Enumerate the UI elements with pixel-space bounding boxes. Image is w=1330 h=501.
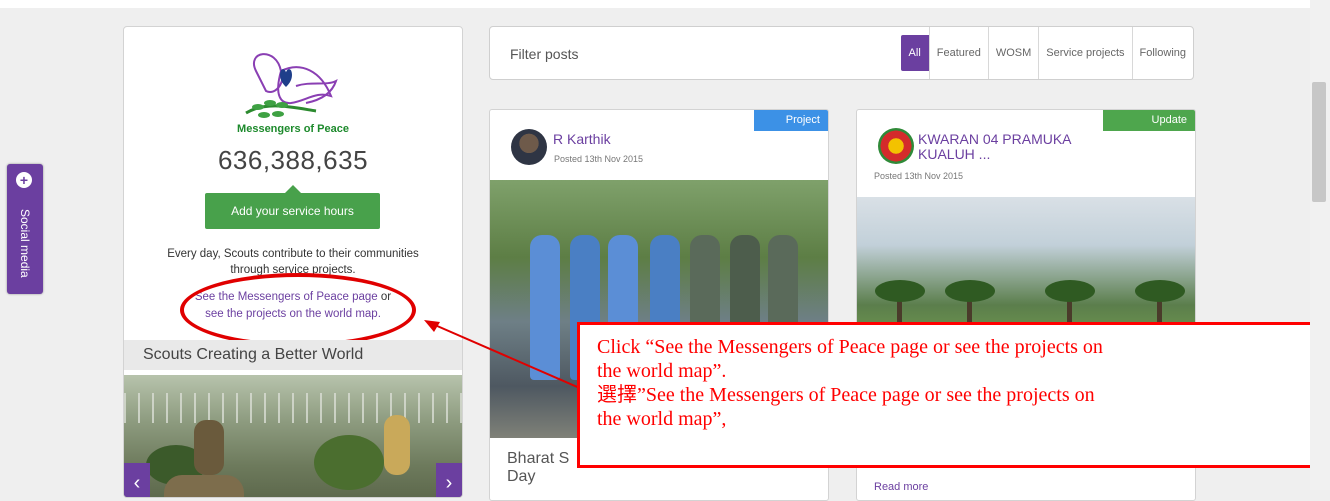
post-title-line2: Day — [507, 468, 536, 485]
post-title[interactable]: Bharat S Day — [507, 450, 569, 486]
top-strip — [0, 0, 1330, 8]
carousel-image — [124, 375, 462, 497]
social-media-tab[interactable]: + Social media — [7, 164, 43, 294]
social-media-label: Social media — [18, 209, 32, 278]
person-shape — [530, 235, 560, 380]
service-hours-counter: 636,388,635 — [217, 145, 369, 175]
person-shape — [164, 475, 244, 497]
filter-tab-featured[interactable]: Featured — [928, 27, 988, 79]
post-date: Posted 13th Nov 2015 — [874, 171, 964, 181]
post-title-line1: Bharat S — [507, 450, 570, 467]
post-author[interactable]: R Karthik — [553, 132, 611, 147]
avatar[interactable] — [511, 129, 547, 165]
filter-tab-wosm[interactable]: WOSM — [987, 27, 1038, 79]
logo-caption: Messengers of Peace — [237, 123, 349, 135]
filter-tab-following[interactable]: Following — [1131, 27, 1193, 79]
callout-line4: the world map”, — [597, 408, 727, 430]
person-shape — [194, 420, 224, 475]
person-shape — [384, 415, 410, 475]
filter-posts-label: Filter posts — [510, 46, 579, 62]
scrollbar-thumb[interactable] — [1312, 82, 1326, 202]
filter-tabs: All Featured WOSM Service projects Follo… — [900, 27, 1193, 79]
add-service-hours-button[interactable]: Add your service hours — [205, 185, 380, 229]
filter-tab-all[interactable]: All — [900, 35, 929, 71]
filter-tab-service-projects[interactable]: Service projects — [1038, 27, 1131, 79]
avatar[interactable] — [878, 128, 914, 164]
plus-circle-icon: + — [16, 172, 32, 188]
post-date: Posted 13th Nov 2015 — [554, 154, 644, 164]
carousel-title: Scouts Creating a Better World — [124, 340, 462, 370]
post-type-badge: Update — [1103, 110, 1195, 131]
scrollbar-track[interactable] — [1310, 0, 1330, 490]
post-author-line1: KWARAN 04 PRAMUKA — [918, 131, 1072, 147]
post-type-badge: Project — [754, 110, 828, 131]
fence-shape — [124, 393, 462, 423]
post-author[interactable]: KWARAN 04 PRAMUKA KUALUH ... — [918, 132, 1138, 162]
messengers-of-peace-card: Messengers of Peace 636,388,635 Add your… — [123, 26, 463, 498]
filter-bar: Filter posts All Featured WOSM Service p… — [489, 26, 1194, 80]
callout-line1: Click “See the Messengers of Peace page … — [597, 336, 1103, 358]
post-author-line2: KUALUH ... — [918, 146, 991, 162]
carousel-prev-button[interactable]: ‹ — [124, 463, 150, 497]
callout-line2: the world map”. — [597, 360, 727, 382]
annotation-highlight-ellipse — [180, 273, 416, 347]
plant-shape — [314, 435, 384, 490]
carousel-next-button[interactable]: › — [436, 463, 462, 497]
instruction-callout: Click “See the Messengers of Peace page … — [577, 322, 1316, 468]
read-more-link[interactable]: Read more — [874, 481, 928, 493]
callout-line3: 選擇”See the Messengers of Peace page or s… — [597, 384, 1095, 406]
